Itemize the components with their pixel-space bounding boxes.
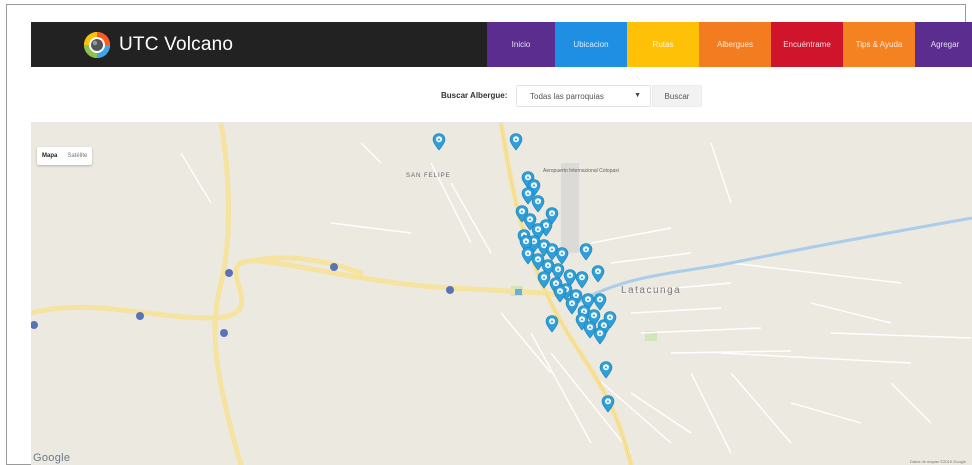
shelter-marker-icon[interactable] xyxy=(432,133,446,151)
nav-item-0[interactable]: Inicio xyxy=(487,22,555,67)
map-type-map-button[interactable]: Mapa xyxy=(37,153,62,159)
google-logo: Google xyxy=(33,452,71,464)
map-label-san-felipe: SAN FELIPE xyxy=(406,173,451,179)
page: UTC Volcano Inicio Ubicacion Rutas Albergue… xyxy=(0,0,972,465)
highway-shields xyxy=(31,263,522,337)
brand-name: UTC Volcano xyxy=(119,33,234,55)
shelter-marker-icon[interactable] xyxy=(591,265,605,283)
map-view[interactable]: SAN FELIPE Aeropuerto Internacional Coto… xyxy=(31,123,972,465)
parroquia-select-value: Todas las parroquias xyxy=(530,91,604,101)
nav-item-3[interactable]: Albergues xyxy=(699,22,771,67)
map-attribution: Datos de mapas ©2019 Google xyxy=(909,459,966,464)
shelter-marker-icon[interactable] xyxy=(545,315,559,333)
map-canvas xyxy=(31,123,972,465)
search-bar: Buscar Albergue: Todas las parroquias ▼ … xyxy=(31,67,972,123)
airport-area xyxy=(561,163,579,253)
main-nav: Inicio Ubicacion Rutas Albergues Encuéntrame… xyxy=(487,22,972,67)
shelter-marker-icon[interactable] xyxy=(603,311,617,329)
shelter-marker-icon[interactable] xyxy=(575,271,589,289)
highways xyxy=(31,123,634,465)
map-label-airport: Aeropuerto Internacional Cotopaxi xyxy=(543,168,619,174)
shelter-marker-icon[interactable] xyxy=(593,327,607,345)
search-label: Buscar Albergue: xyxy=(441,91,508,100)
search-button[interactable]: Buscar xyxy=(652,85,702,107)
chevron-down-icon: ▼ xyxy=(634,92,641,99)
header-bar: UTC Volcano Inicio Ubicacion Rutas Albergue… xyxy=(31,22,972,67)
map-label-latacunga: Latacunga xyxy=(621,285,682,296)
shelter-marker-icon[interactable] xyxy=(599,361,613,379)
nav-item-5[interactable]: Tips & Ayuda xyxy=(843,22,915,67)
brand[interactable]: UTC Volcano xyxy=(83,22,233,67)
shelter-marker-icon[interactable] xyxy=(601,395,615,413)
map-type-satellite-button[interactable]: Satélite xyxy=(62,153,92,159)
nav-item-1[interactable]: Ubicacion xyxy=(555,22,627,67)
shelter-marker-icon[interactable] xyxy=(579,243,593,261)
shelter-marker-icon[interactable] xyxy=(509,133,523,151)
nav-item-2[interactable]: Rutas xyxy=(627,22,699,67)
parroquia-select[interactable]: Todas las parroquias ▼ xyxy=(516,85,651,107)
nav-item-4[interactable]: Encuéntrame xyxy=(771,22,843,67)
volcano-logo-icon xyxy=(84,31,110,58)
map-type-control: Mapa Satélite xyxy=(37,147,93,165)
nav-item-6[interactable]: Agregar xyxy=(915,22,972,67)
shelter-marker-icon[interactable] xyxy=(531,195,545,213)
